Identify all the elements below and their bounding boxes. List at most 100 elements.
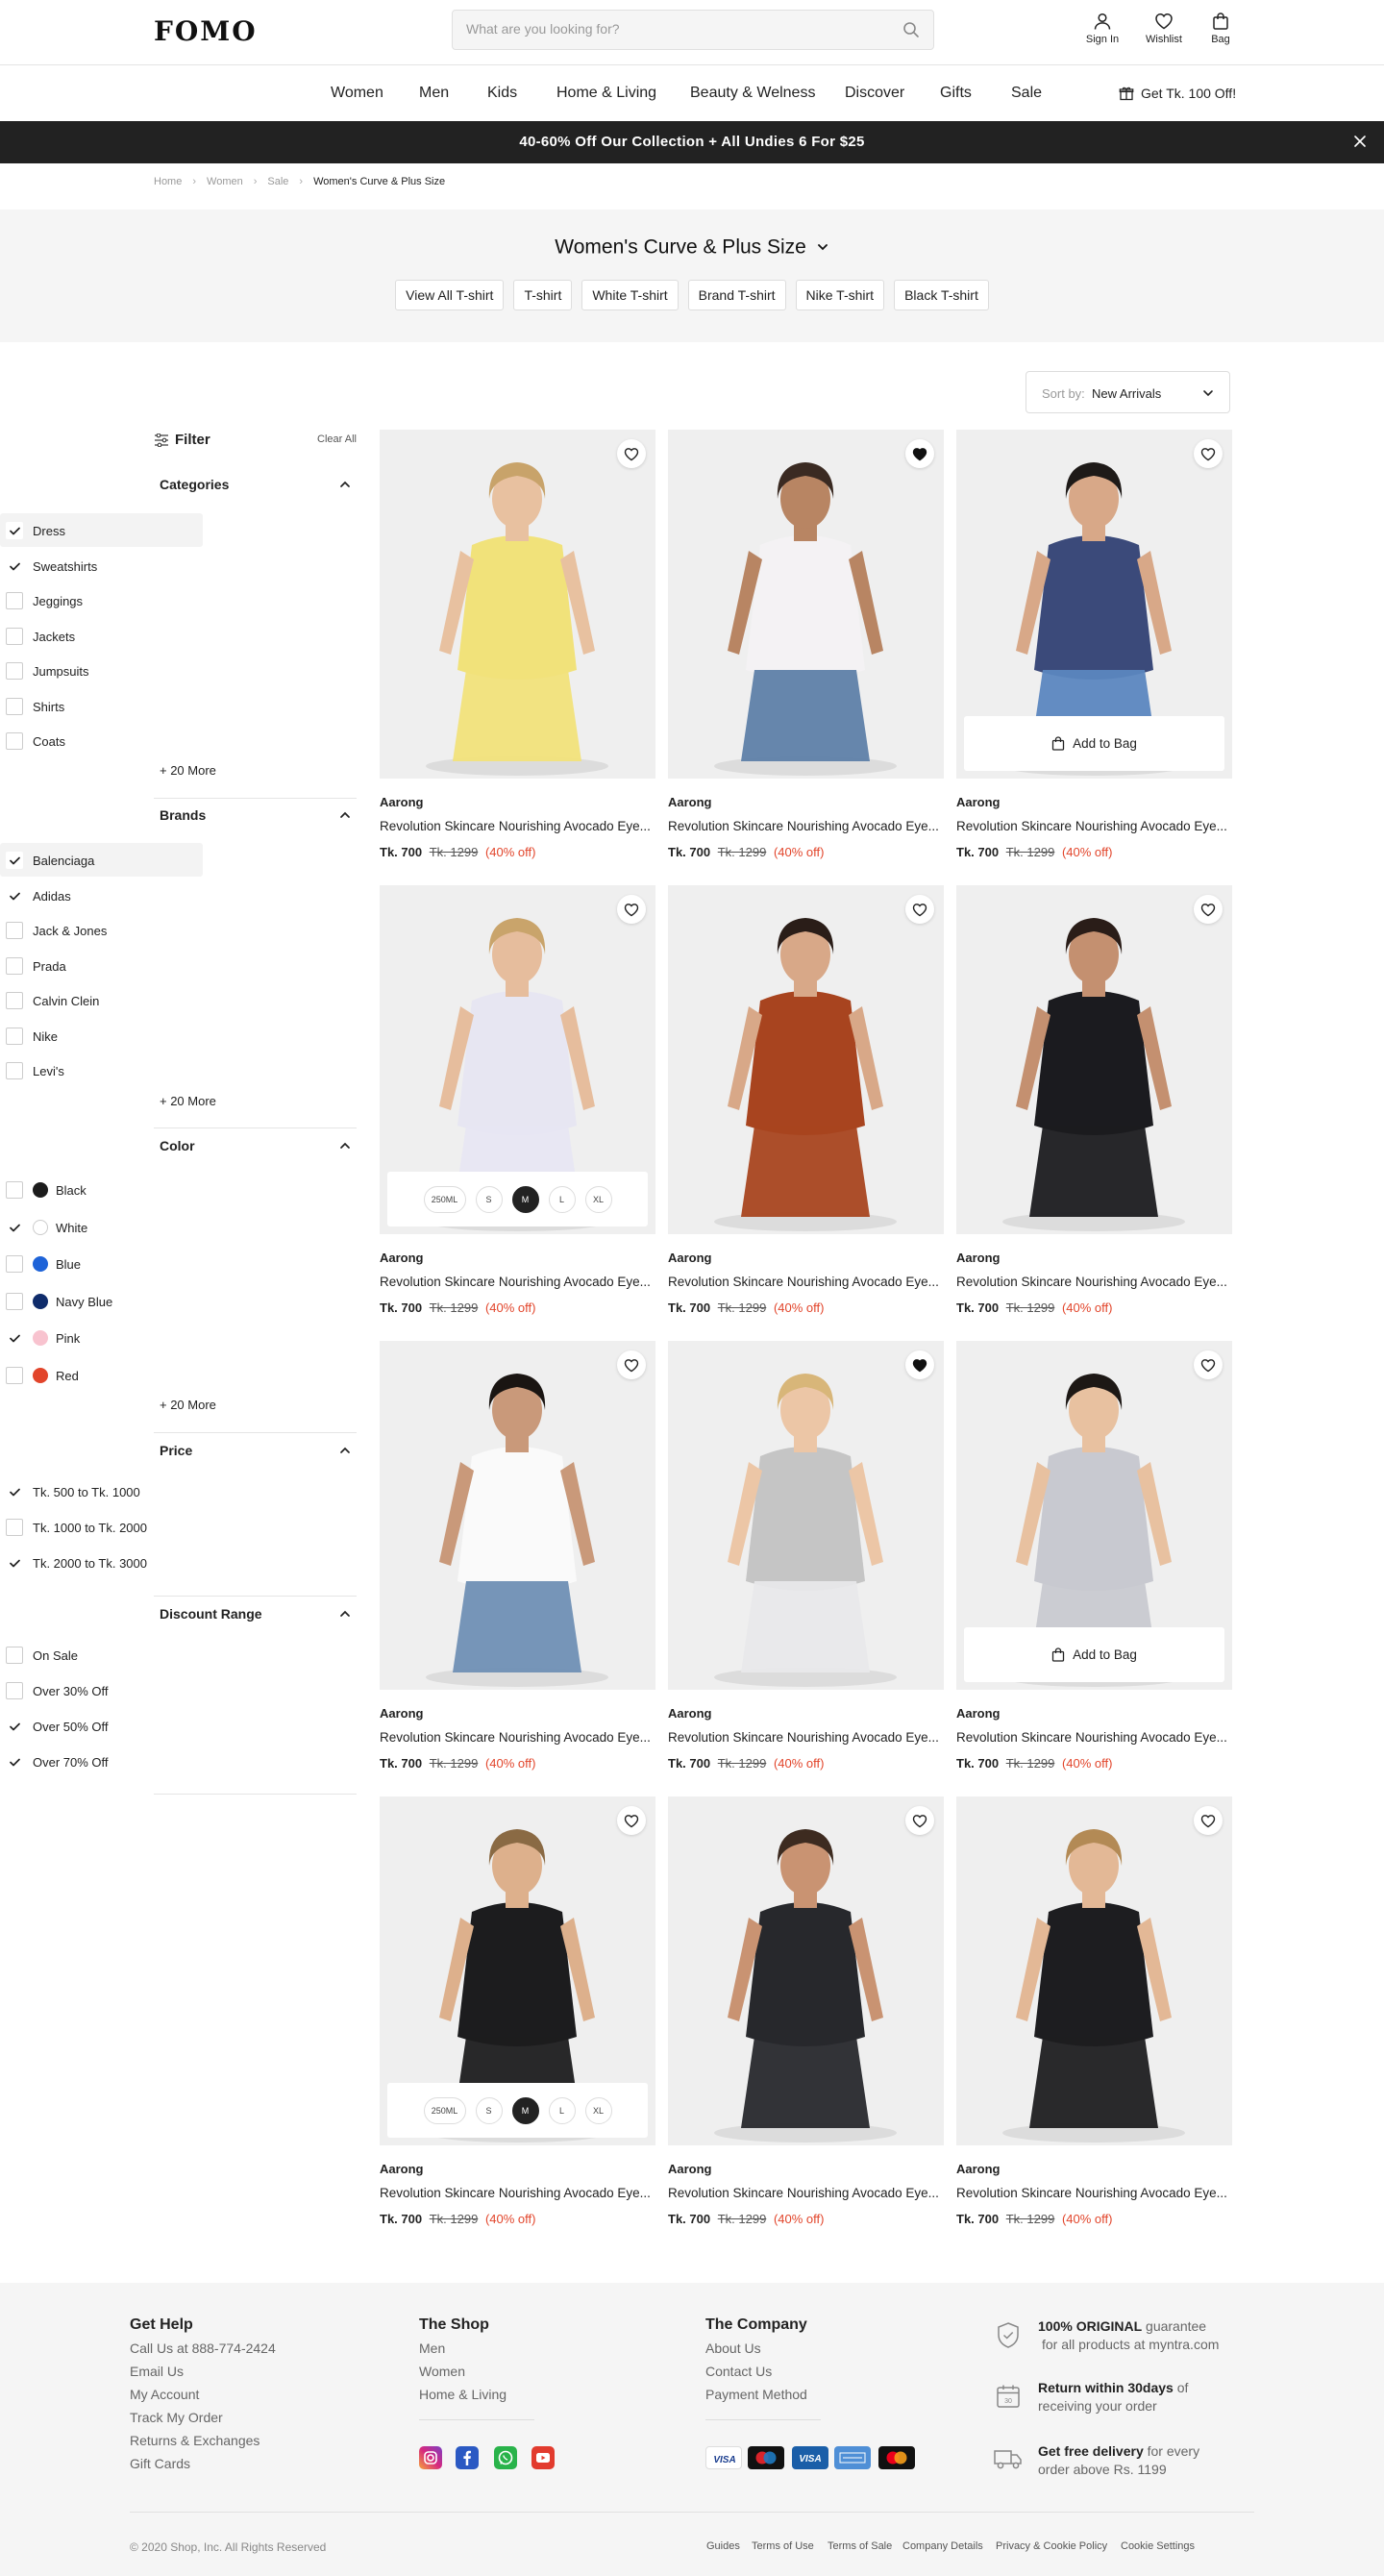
pill-black-t-shirt[interactable]: Black T-shirt: [894, 280, 989, 310]
legal-link-cookies[interactable]: Cookie Settings: [1121, 2540, 1195, 2552]
breadcrumb-sale[interactable]: Sale: [267, 176, 288, 187]
product-image[interactable]: 250ML S M L XL: [380, 1796, 655, 2145]
size-option[interactable]: S: [475, 2096, 503, 2124]
footer-link-payment[interactable]: Payment Method: [705, 2387, 807, 2402]
filter-option[interactable]: Shirts: [0, 689, 203, 723]
pill-nike-t-shirt[interactable]: Nike T-shirt: [795, 280, 885, 310]
product-name[interactable]: Revolution Skincare Nourishing Avocado E…: [380, 1275, 655, 1289]
legal-link-guides[interactable]: Guides: [706, 2540, 740, 2552]
checkbox[interactable]: [6, 1682, 23, 1699]
heart-icon[interactable]: [617, 439, 646, 468]
filter-option[interactable]: Prada: [0, 949, 203, 982]
product-image[interactable]: [668, 1341, 944, 1690]
show-more-link[interactable]: + 20 More: [160, 1398, 216, 1412]
nav-item-gifts[interactable]: Gifts: [940, 85, 972, 102]
show-more-link[interactable]: + 20 More: [160, 763, 216, 778]
breadcrumb-home[interactable]: Home: [154, 176, 182, 187]
checkbox[interactable]: [6, 1554, 23, 1572]
checkbox[interactable]: [6, 992, 23, 1009]
checkbox[interactable]: [6, 1181, 23, 1199]
sort-dropdown[interactable]: Sort by: New Arrivals: [1026, 371, 1230, 413]
product-card[interactable]: Aarong Revolution Skincare Nourishing Av…: [668, 1796, 944, 2229]
pill-t-shirt[interactable]: T-shirt: [513, 280, 573, 310]
product-name[interactable]: Revolution Skincare Nourishing Avocado E…: [380, 819, 655, 833]
pill-white-t-shirt[interactable]: White T-shirt: [581, 280, 679, 310]
search-box[interactable]: [452, 10, 934, 50]
filter-option[interactable]: Over 30% Off: [0, 1673, 203, 1707]
chevron-up-icon[interactable]: [339, 809, 351, 821]
wishlist-button[interactable]: Wishlist: [1139, 12, 1189, 45]
product-card[interactable]: Add to Bag Aarong Revolution Skincare No…: [956, 430, 1232, 862]
footer-link-gift-cards[interactable]: Gift Cards: [130, 2456, 190, 2471]
product-image[interactable]: [956, 885, 1232, 1234]
whatsapp-icon[interactable]: [494, 2446, 517, 2469]
product-card[interactable]: Aarong Revolution Skincare Nourishing Av…: [956, 885, 1232, 1318]
offer-link[interactable]: Get Tk. 100 Off!: [1119, 86, 1236, 101]
heart-icon[interactable]: [905, 1806, 934, 1835]
close-icon[interactable]: [1353, 135, 1367, 148]
category-title-dropdown[interactable]: Women's Curve & Plus Size: [0, 235, 1384, 259]
product-image[interactable]: Add to Bag: [956, 430, 1232, 779]
filter-option[interactable]: Tk. 500 to Tk. 1000: [0, 1474, 203, 1508]
heart-filled-icon[interactable]: [905, 439, 934, 468]
checkbox[interactable]: [6, 522, 23, 539]
size-option[interactable]: 250ML: [423, 2096, 466, 2124]
filter-option[interactable]: Balenciaga: [0, 843, 203, 877]
filter-option[interactable]: Jumpsuits: [0, 654, 203, 687]
product-image[interactable]: [380, 1341, 655, 1690]
checkbox[interactable]: [6, 1329, 23, 1347]
instagram-icon[interactable]: [419, 2446, 442, 2469]
product-name[interactable]: Revolution Skincare Nourishing Avocado E…: [956, 819, 1232, 833]
heart-icon[interactable]: [1194, 1350, 1223, 1379]
size-option[interactable]: XL: [584, 2096, 612, 2124]
filter-option[interactable]: Dress: [0, 513, 203, 547]
filter-option[interactable]: Navy Blue: [0, 1284, 203, 1318]
filter-option[interactable]: Jackets: [0, 619, 203, 653]
checkbox[interactable]: [6, 1219, 23, 1236]
legal-link-privacy[interactable]: Privacy & Cookie Policy: [996, 2540, 1107, 2552]
checkbox[interactable]: [6, 628, 23, 645]
legal-link-company[interactable]: Company Details: [902, 2540, 983, 2552]
checkbox[interactable]: [6, 1483, 23, 1500]
nav-item-home-living[interactable]: Home & Living: [556, 85, 656, 102]
show-more-link[interactable]: + 20 More: [160, 1094, 216, 1108]
product-name[interactable]: Revolution Skincare Nourishing Avocado E…: [668, 819, 944, 833]
product-card[interactable]: Aarong Revolution Skincare Nourishing Av…: [380, 430, 655, 862]
filter-option[interactable]: Coats: [0, 724, 203, 757]
add-to-bag-button[interactable]: Add to Bag: [964, 716, 1224, 771]
heart-icon[interactable]: [617, 1350, 646, 1379]
legal-link-terms-sale[interactable]: Terms of Sale: [828, 2540, 892, 2552]
filter-option[interactable]: Levi's: [0, 1053, 203, 1087]
product-name[interactable]: Revolution Skincare Nourishing Avocado E…: [956, 2186, 1232, 2200]
checkbox[interactable]: [6, 592, 23, 609]
filter-option[interactable]: Sweatshirts: [0, 549, 203, 582]
product-card[interactable]: Aarong Revolution Skincare Nourishing Av…: [668, 1341, 944, 1773]
filter-option[interactable]: Tk. 2000 to Tk. 3000: [0, 1546, 203, 1579]
product-card[interactable]: Aarong Revolution Skincare Nourishing Av…: [668, 885, 944, 1318]
checkbox[interactable]: [6, 852, 23, 869]
checkbox[interactable]: [6, 922, 23, 939]
chevron-up-icon[interactable]: [339, 1608, 351, 1620]
size-option[interactable]: 250ML: [423, 1185, 466, 1213]
checkbox[interactable]: [6, 732, 23, 750]
filter-option[interactable]: Over 50% Off: [0, 1709, 203, 1743]
breadcrumb-women[interactable]: Women: [207, 176, 243, 187]
product-name[interactable]: Revolution Skincare Nourishing Avocado E…: [668, 1275, 944, 1289]
search-icon[interactable]: [902, 21, 920, 38]
footer-link-home-living[interactable]: Home & Living: [419, 2387, 507, 2402]
youtube-icon[interactable]: [531, 2446, 555, 2469]
filter-option[interactable]: Adidas: [0, 879, 203, 912]
filter-option[interactable]: Red: [0, 1358, 203, 1392]
filter-option[interactable]: Jeggings: [0, 583, 203, 617]
search-input[interactable]: [466, 21, 889, 37]
add-to-bag-button[interactable]: Add to Bag: [964, 1627, 1224, 1682]
footer-link-women[interactable]: Women: [419, 2364, 465, 2379]
heart-icon[interactable]: [617, 895, 646, 924]
checkbox[interactable]: [6, 1367, 23, 1384]
clear-all-link[interactable]: Clear All: [317, 433, 357, 445]
legal-link-terms-use[interactable]: Terms of Use: [752, 2540, 814, 2552]
filter-option[interactable]: Tk. 1000 to Tk. 2000: [0, 1510, 203, 1544]
product-image[interactable]: [668, 1796, 944, 2145]
pill-brand-t-shirt[interactable]: Brand T-shirt: [687, 280, 786, 310]
footer-link-track[interactable]: Track My Order: [130, 2410, 223, 2425]
